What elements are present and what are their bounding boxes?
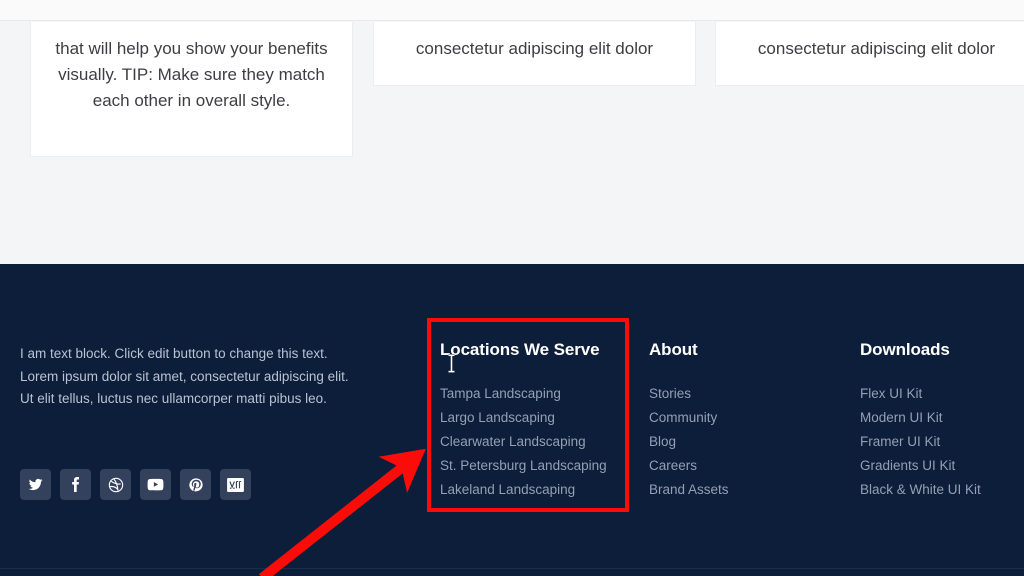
footer-link[interactable]: Largo Landscaping bbox=[440, 406, 640, 430]
social-link-twitter[interactable] bbox=[20, 469, 51, 500]
footer-column-locations: Locations We Serve Tampa Landscaping Lar… bbox=[440, 340, 640, 502]
feature-card-text: consectetur adipiscing elit dolor bbox=[757, 39, 996, 58]
footer-link[interactable]: Tampa Landscaping bbox=[440, 382, 640, 406]
upper-content-section: that will help you show your benefits vi… bbox=[0, 0, 1024, 264]
facebook-icon bbox=[68, 477, 83, 492]
footer-column-about: About Stories Community Blog Careers Bra… bbox=[649, 340, 809, 502]
social-link-pinterest[interactable] bbox=[180, 469, 211, 500]
screenshot-root: that will help you show your benefits vi… bbox=[0, 0, 1024, 576]
social-link-facebook[interactable] bbox=[60, 469, 91, 500]
social-link-dribbble[interactable] bbox=[100, 469, 131, 500]
footer-divider bbox=[0, 568, 1024, 569]
footer-link[interactable]: Clearwater Landscaping bbox=[440, 430, 640, 454]
feature-card-text: that will help you show your benefits vi… bbox=[55, 39, 328, 110]
page-top-strip bbox=[0, 0, 1024, 21]
footer-text-block: I am text block. Click edit button to ch… bbox=[20, 346, 349, 406]
pinterest-icon bbox=[188, 477, 204, 493]
footer-column-heading: Downloads bbox=[860, 340, 950, 359]
footer-link[interactable]: Stories bbox=[649, 382, 809, 406]
social-link-youtube[interactable] bbox=[140, 469, 171, 500]
footer-column-heading: About bbox=[649, 340, 698, 359]
footer-column-downloads: Downloads Flex UI Kit Modern UI Kit Fram… bbox=[860, 340, 1024, 502]
footer-link[interactable]: Black & White UI Kit bbox=[860, 478, 1024, 502]
footer-link[interactable]: Brand Assets bbox=[649, 478, 809, 502]
twitter-icon bbox=[28, 477, 43, 492]
feature-card: that will help you show your benefits vi… bbox=[30, 22, 353, 157]
feature-card: consectetur adipiscing elit dolor bbox=[715, 22, 1024, 86]
footer-link[interactable]: Modern UI Kit bbox=[860, 406, 1024, 430]
footer-link[interactable]: Framer UI Kit bbox=[860, 430, 1024, 454]
medium-icon bbox=[227, 477, 244, 492]
youtube-icon bbox=[147, 476, 164, 493]
footer-link[interactable]: St. Petersburg Landscaping bbox=[440, 454, 640, 478]
footer-link[interactable]: Careers bbox=[649, 454, 809, 478]
text-cursor bbox=[447, 353, 456, 374]
feature-card-text: consectetur adipiscing elit dolor bbox=[415, 39, 654, 58]
footer-column-heading: Locations We Serve bbox=[440, 340, 600, 359]
feature-card: consectetur adipiscing elit dolor bbox=[373, 22, 696, 86]
footer-link[interactable]: Flex UI Kit bbox=[860, 382, 1024, 406]
footer-link[interactable]: Blog bbox=[649, 430, 809, 454]
footer-link[interactable]: Community bbox=[649, 406, 809, 430]
footer-link[interactable]: Gradients UI Kit bbox=[860, 454, 1024, 478]
social-links bbox=[20, 469, 251, 500]
dribbble-icon bbox=[108, 477, 124, 493]
social-link-medium[interactable] bbox=[220, 469, 251, 500]
footer-link[interactable]: Lakeland Landscaping bbox=[440, 478, 640, 502]
